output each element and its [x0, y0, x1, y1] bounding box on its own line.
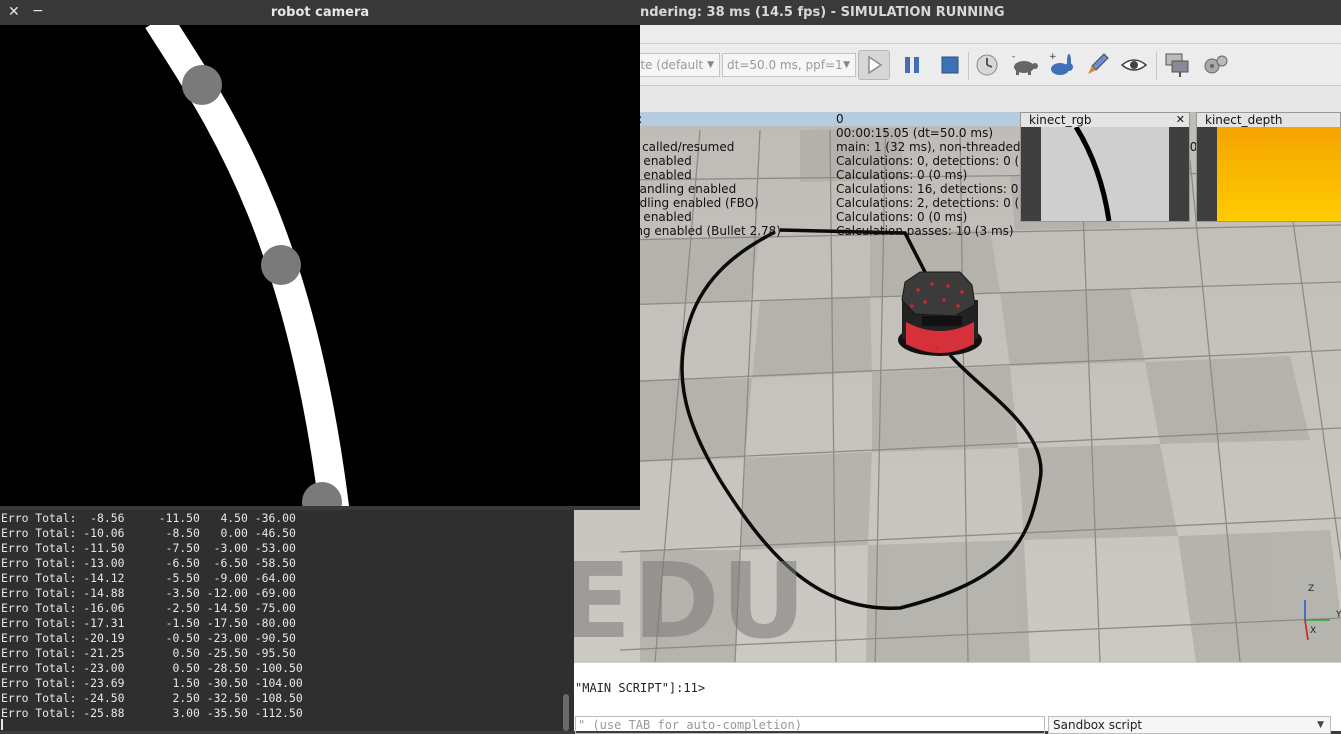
terminal-line: Erro Total: -10.06 -8.50 0.00 -46.50 [1, 526, 296, 540]
kinect-depth-view[interactable]: kinect_depth [1196, 112, 1341, 222]
chevron-down-icon: ▼ [843, 60, 850, 70]
start-simulation-button[interactable] [858, 50, 890, 80]
close-icon[interactable]: ✕ [8, 0, 22, 25]
chevron-down-icon: ▼ [707, 60, 714, 70]
axis-z-label: Z [1308, 584, 1315, 594]
turtle-icon: - [1012, 53, 1038, 75]
page-selector-button[interactable] [1162, 50, 1194, 80]
physics-engine-select[interactable]: ate (default ▼ [628, 53, 720, 77]
marker-dot [261, 245, 301, 285]
pause-icon [905, 57, 919, 73]
clock-icon [976, 54, 998, 76]
axis-x-label: X [1310, 626, 1317, 636]
scene-selector-button[interactable] [1200, 50, 1232, 80]
script-target-value: Sandbox script [1053, 718, 1143, 732]
kinect-rgb-image [1021, 127, 1189, 221]
play-icon [868, 55, 883, 75]
time-step-select[interactable]: dt=50.0 ms, ppf=1 ▼ [722, 53, 856, 77]
eye-icon [1120, 59, 1148, 71]
kinect-rgb-view[interactable]: kinect_rgb ✕ [1020, 112, 1190, 222]
command-input[interactable]: " (use TAB for auto-completion) [575, 716, 1045, 734]
kinect-depth-title: kinect_depth [1205, 113, 1283, 127]
terminal-line: Erro Total: -17.31 -1.50 -17.50 -80.00 [1, 616, 296, 630]
terminal-line: Erro Total: -13.00 -6.50 -6.50 -58.50 [1, 556, 296, 570]
rocket-icon [1088, 53, 1109, 74]
terminal-line: Erro Total: -11.50 -7.50 -3.00 -53.00 [1, 541, 296, 555]
terminal-line: Erro Total: -16.06 -2.50 -14.50 -75.00 [1, 601, 296, 615]
simulator-title: ndering: 38 ms (14.5 fps) - SIMULATION R… [640, 5, 1005, 20]
terminal-cursor [1, 719, 3, 730]
kinect-rgb-titlebar: kinect_rgb ✕ [1021, 113, 1189, 127]
camera-titlebar: robot camera [0, 0, 640, 25]
thread-rendering-button[interactable] [1082, 50, 1114, 80]
robot-model [898, 271, 982, 356]
terminal-window[interactable]: Erro Total: -8.56 -11.50 4.50 -36.00 Err… [0, 508, 574, 731]
real-time-button[interactable] [971, 50, 1003, 80]
camera-window-border [0, 506, 640, 510]
stop-simulation-button[interactable] [934, 50, 966, 80]
slow-down-button[interactable]: - [1008, 50, 1040, 80]
camera-image [0, 25, 640, 506]
script-target-select[interactable]: Sandbox script ▼ [1048, 716, 1331, 734]
stop-icon [941, 56, 959, 74]
kinect-depth-image [1197, 127, 1341, 221]
robot-camera-window: robot camera ✕ − [0, 0, 640, 510]
gears-icon [1204, 55, 1228, 74]
marker-dot [182, 65, 222, 105]
terminal-line: Erro Total: -24.50 2.50 -32.50 -108.50 [1, 691, 303, 705]
camera-window-title: robot camera [270, 5, 370, 20]
terminal-line: Erro Total: -21.25 0.50 -25.50 -95.50 [1, 646, 296, 660]
terminal-line: Erro Total: -20.19 -0.50 -23.00 -90.50 [1, 631, 296, 645]
physics-engine-value: ate (default [633, 58, 704, 72]
pause-simulation-button[interactable] [896, 50, 928, 80]
terminal-line: Erro Total: -14.12 -5.50 -9.00 -64.00 [1, 571, 296, 585]
terminal-line: Erro Total: -14.88 -3.50 -12.00 -69.00 [1, 586, 296, 600]
speed-up-button[interactable]: + [1045, 50, 1077, 80]
windows-icon [1165, 53, 1189, 77]
edu-watermark: EDU [560, 540, 808, 662]
terminal-scrollbar[interactable] [563, 694, 569, 731]
svg-text:-: - [1012, 53, 1015, 62]
camera-frame [0, 25, 640, 506]
visualization-toggle-button[interactable] [1118, 50, 1150, 80]
terminal-line: Erro Total: -23.00 0.50 -28.50 -100.50 [1, 661, 303, 675]
svg-text:+: + [1049, 52, 1057, 62]
terminal-output: Erro Total: -8.56 -11.50 4.50 -36.00 Err… [1, 511, 303, 721]
terminal-line: Erro Total: -25.88 3.00 -35.50 -112.50 [1, 706, 303, 720]
rabbit-icon: + [1049, 52, 1073, 75]
terminal-line: Erro Total: -23.69 1.50 -30.50 -104.00 [1, 676, 303, 690]
console-output-line: "MAIN SCRIPT"]:11> [575, 681, 706, 695]
time-step-value: dt=50.0 ms, ppf=1 [727, 58, 843, 72]
kinect-rgb-title: kinect_rgb [1029, 113, 1092, 127]
terminal-line: Erro Total: -8.56 -11.50 4.50 -36.00 [1, 511, 296, 525]
kinect-depth-titlebar: kinect_depth [1197, 113, 1340, 127]
axis-y-label: Y [1336, 610, 1341, 620]
minimize-icon[interactable]: − [32, 0, 46, 25]
info-value: Calculation passes: 10 (3 ms) [836, 224, 1014, 238]
close-icon[interactable]: ✕ [1176, 113, 1185, 127]
